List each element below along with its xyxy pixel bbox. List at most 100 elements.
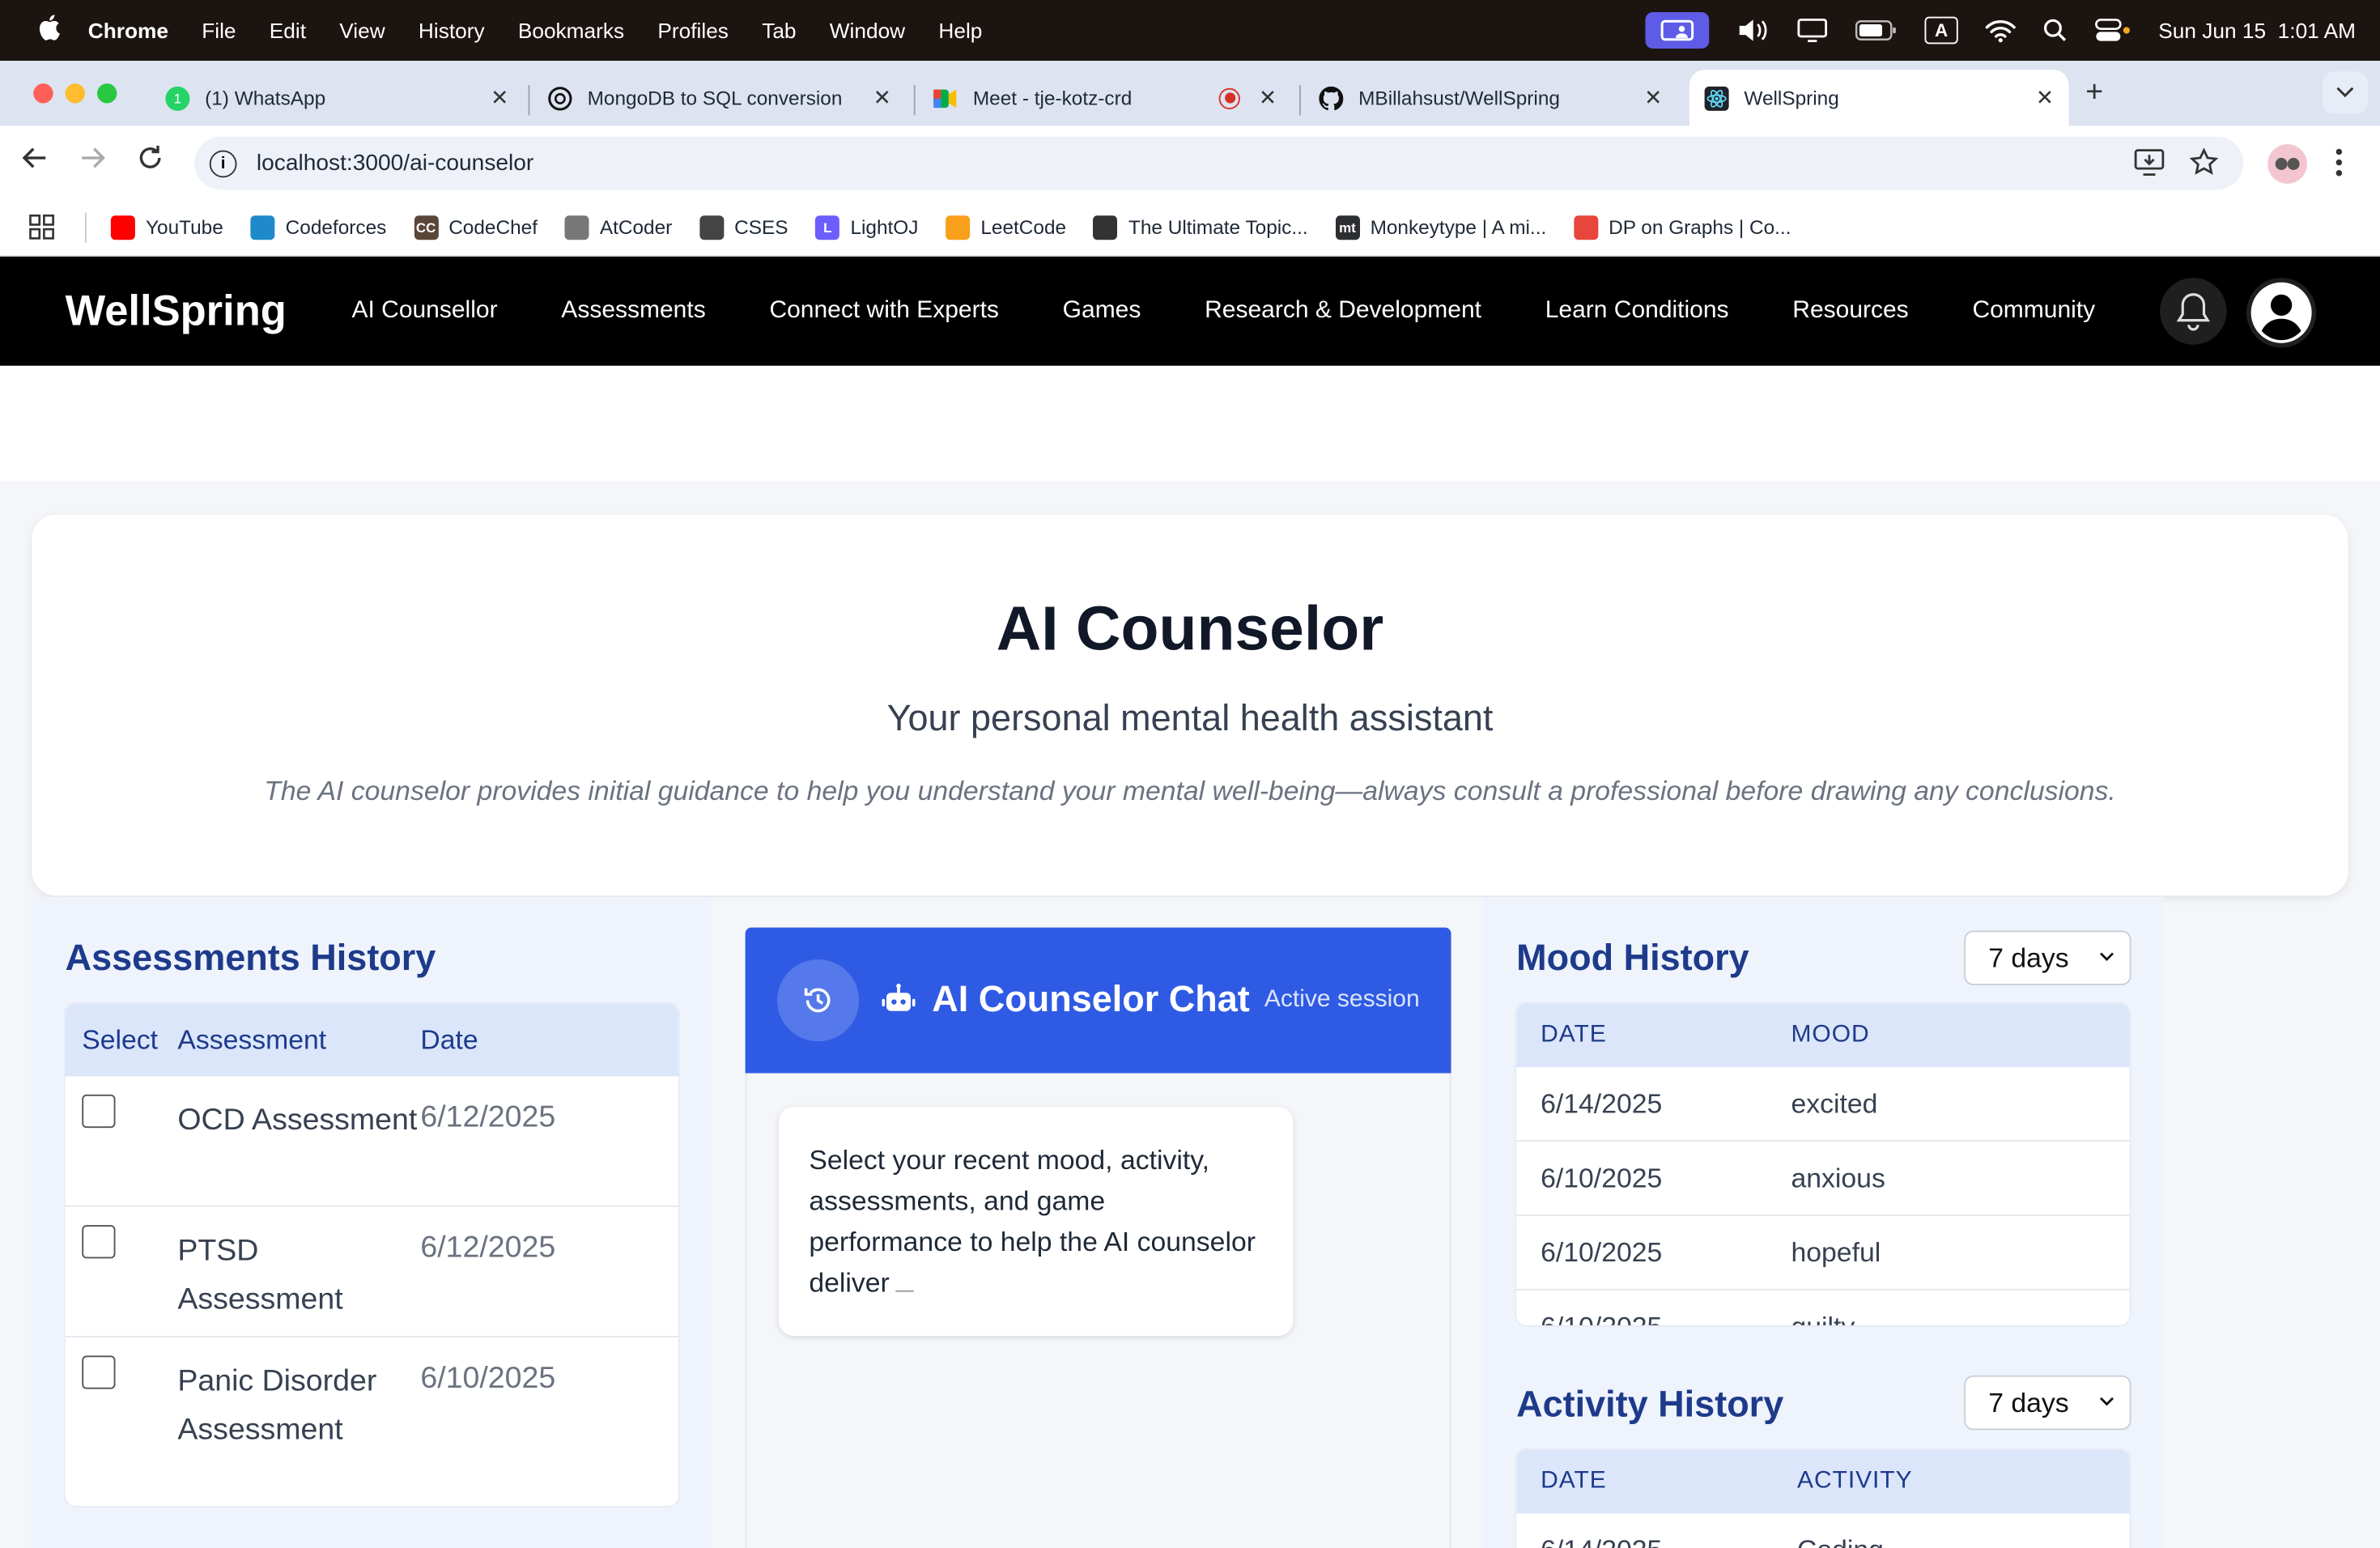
mood-value: anxious [1791, 1162, 1885, 1193]
status-area: A Sun Jun 15 1:01 AM [1645, 0, 2356, 61]
reload-icon[interactable] [137, 144, 164, 179]
nav-learn-conditions[interactable]: Learn Conditions [1545, 298, 1729, 325]
site-navbar: WellSpring AI Counsellor Assessments Con… [0, 256, 2380, 366]
bookmark-item[interactable]: CC CodeChef [414, 215, 538, 240]
close-tab-icon[interactable]: ✕ [2036, 85, 2054, 111]
wifi-icon[interactable] [1985, 19, 2017, 43]
menu-help[interactable]: Help [938, 19, 982, 43]
url-text[interactable]: localhost:3000/ai-counselor [257, 151, 533, 176]
table-row: 6/10/2025 hopeful [1516, 1216, 2130, 1291]
tab-wellspring[interactable]: WellSpring ✕ [1689, 70, 2069, 126]
bookmark-label: LeetCode [980, 215, 1067, 239]
bookmark-item[interactable]: The Ultimate Topic... [1093, 215, 1308, 240]
activity-history-title: Activity History [1516, 1384, 1784, 1426]
assessment-date: 6/12/2025 [420, 1100, 556, 1134]
page-subtitle: Your personal mental health assistant [886, 698, 1494, 740]
user-avatar-icon[interactable] [2246, 278, 2317, 348]
menu-bookmarks[interactable]: Bookmarks [518, 19, 624, 43]
assistant-message: Select your recent mood, activity, asses… [778, 1106, 1294, 1336]
tab-mongodb-sql[interactable]: MongoDB to SQL conversion ✕ [534, 70, 906, 125]
chatgpt-icon [548, 86, 572, 110]
new-tab-icon[interactable]: + [2085, 76, 2103, 111]
battery-icon[interactable] [1855, 19, 1898, 40]
bookmark-item[interactable]: AtCoder [564, 215, 672, 240]
menubar-clock[interactable]: Sun Jun 15 1:01 AM [2158, 19, 2356, 43]
bookmark-item[interactable]: Codeforces [250, 215, 387, 240]
apple-icon[interactable] [33, 13, 64, 48]
tab-whatsapp[interactable]: 1 (1) WhatsApp ✕ [152, 70, 524, 125]
bookmark-label: Codeforces [285, 215, 387, 239]
kebab-menu-icon[interactable] [2335, 147, 2344, 185]
bookmark-item[interactable]: YouTube [110, 215, 223, 240]
google-meet-icon [933, 86, 958, 110]
nav-assessments[interactable]: Assessments [561, 298, 705, 325]
typing-cursor [895, 1290, 914, 1292]
menu-history[interactable]: History [419, 19, 485, 43]
close-tab-icon[interactable]: ✕ [1259, 85, 1277, 111]
maximize-window-button[interactable] [97, 83, 117, 104]
input-source-icon[interactable]: A [1924, 16, 1958, 45]
chevron-down-icon [2099, 1389, 2114, 1412]
bookmark-favicon-icon: CC [414, 215, 439, 240]
assessments-panel: Assessments History Select Assessment Da… [32, 897, 712, 1548]
nav-games[interactable]: Games [1063, 298, 1141, 325]
bookmark-item[interactable]: L LightOJ [815, 215, 918, 240]
menu-view[interactable]: View [339, 19, 385, 43]
close-tab-icon[interactable]: ✕ [873, 85, 891, 111]
nav-community[interactable]: Community [1972, 298, 2095, 325]
notifications-bell-icon[interactable] [2160, 278, 2227, 345]
install-app-icon[interactable] [2134, 149, 2165, 184]
mood-date: 6/10/2025 [1541, 1236, 1663, 1267]
nav-resources[interactable]: Resources [1792, 298, 1908, 325]
bookmark-star-icon[interactable] [2189, 147, 2220, 185]
activity-date: 6/14/2025 [1516, 1534, 1797, 1548]
tab-meet[interactable]: Meet - tje-kotz-crd ✕ [920, 70, 1291, 125]
back-arrow-icon[interactable] [21, 144, 49, 179]
menu-app-name[interactable]: Chrome [88, 19, 168, 43]
bookmark-item[interactable]: DP on Graphs | Co... [1573, 215, 1791, 240]
bookmark-favicon-icon [699, 215, 725, 240]
spotlight-search-icon[interactable] [2043, 19, 2068, 43]
volume-icon[interactable] [1736, 19, 1770, 43]
nav-ai-counsellor[interactable]: AI Counsellor [351, 298, 497, 325]
chevron-down-icon [2099, 944, 2114, 967]
profile-avatar[interactable] [2267, 144, 2307, 184]
close-window-button[interactable] [33, 83, 53, 104]
close-tab-icon[interactable]: ✕ [491, 85, 508, 111]
bookmark-item[interactable]: LeetCode [946, 215, 1067, 240]
close-tab-icon[interactable]: ✕ [1644, 85, 1662, 111]
mood-value: guilty [1791, 1311, 1855, 1327]
menu-profiles[interactable]: Profiles [657, 19, 729, 43]
tab-github[interactable]: MBillahsust/WellSpring ✕ [1306, 70, 1677, 125]
activity-range-select[interactable]: 7 days [1964, 1375, 2131, 1431]
site-info-icon[interactable]: i [209, 149, 237, 177]
assessments-rows: OCD Assessment 6/12/2025 PTSD Assessment 6/… [65, 1076, 679, 1506]
menu-edit[interactable]: Edit [270, 19, 306, 43]
tab-title: Meet - tje-kotz-crd [972, 86, 1133, 109]
mood-range-select[interactable]: 7 days [1964, 930, 2131, 985]
address-bar[interactable]: i localhost:3000/ai-counselor [194, 136, 2244, 190]
display-icon[interactable] [1797, 18, 1828, 43]
menu-file[interactable]: File [202, 19, 236, 43]
control-center-icon[interactable] [2095, 19, 2131, 43]
apps-grid-icon[interactable] [29, 214, 55, 240]
assessment-date: 6/10/2025 [420, 1361, 556, 1396]
nav-connect-experts[interactable]: Connect with Experts [769, 298, 998, 325]
tab-title: WellSpring [1744, 86, 1839, 109]
menu-tab[interactable]: Tab [762, 19, 796, 43]
row-select-checkbox[interactable] [82, 1355, 116, 1389]
chat-history-button[interactable] [777, 959, 860, 1042]
menu-window[interactable]: Window [830, 19, 905, 43]
minimize-window-button[interactable] [65, 83, 85, 104]
nav-research-development[interactable]: Research & Development [1205, 298, 1481, 325]
chat-body[interactable]: Select your recent mood, activity, asses… [745, 1073, 1451, 1548]
forward-arrow-icon[interactable] [79, 144, 107, 179]
screen-share-icon[interactable] [1645, 12, 1710, 49]
tab-search-icon[interactable] [2322, 71, 2368, 114]
row-select-checkbox[interactable] [82, 1225, 116, 1259]
tab-title: (1) WhatsApp [205, 86, 326, 109]
site-logo[interactable]: WellSpring [66, 287, 287, 335]
bookmark-item[interactable]: mt Monkeytype | A mi... [1335, 215, 1546, 240]
row-select-checkbox[interactable] [82, 1094, 116, 1129]
bookmark-item[interactable]: CSES [699, 215, 788, 240]
